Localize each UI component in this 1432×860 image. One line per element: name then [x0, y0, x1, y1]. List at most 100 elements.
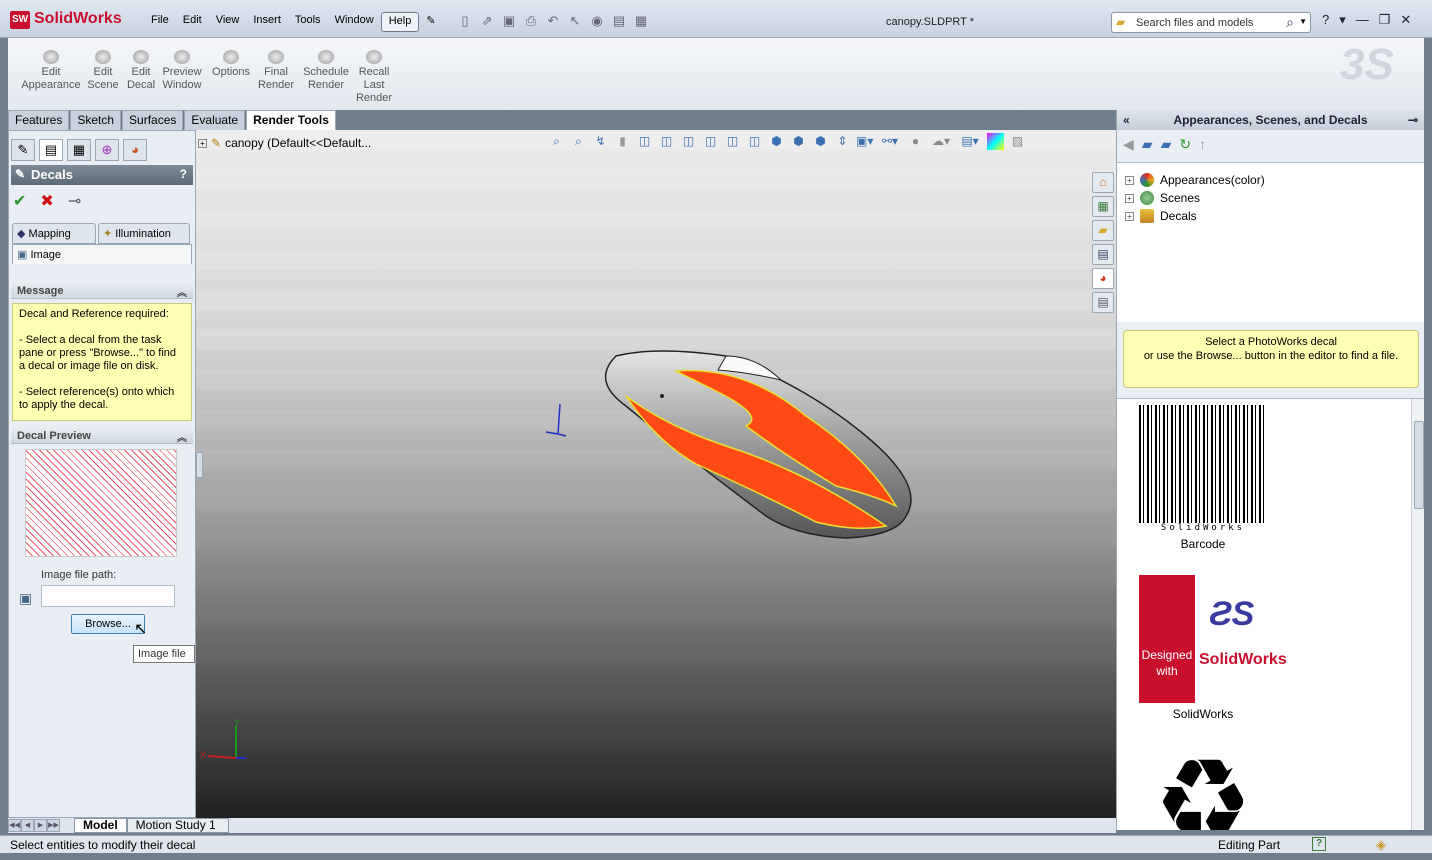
options-button[interactable]: Options — [210, 50, 252, 79]
edit-appearance-icon[interactable]: ● — [907, 133, 924, 150]
view-top-icon[interactable]: ◫ — [724, 133, 741, 150]
graphics-viewport[interactable]: + ✎ canopy (Default<<Default... ⌕ ⌕ ↯ ▮ … — [196, 130, 1116, 818]
folder-icon[interactable]: ▰ — [1161, 136, 1172, 153]
final-render-button[interactable]: Final Render — [256, 50, 296, 92]
menu-help[interactable]: Help — [380, 12, 420, 32]
tree-item-scenes[interactable]: + Scenes — [1125, 189, 1425, 207]
file-explorer-icon[interactable]: ▰ — [1092, 220, 1114, 241]
expand-icon[interactable]: + — [1125, 193, 1134, 203]
gallery-item-solidworks[interactable]: Designed with ƧS SolidWorks SolidWorks — [1139, 575, 1287, 721]
rebuild-icon[interactable]: ◉ — [588, 12, 606, 30]
view-palette-icon[interactable]: ▤ — [1092, 244, 1114, 265]
schedule-render-button[interactable]: Schedule Render — [302, 50, 350, 92]
menu-window[interactable]: Window — [328, 12, 381, 32]
display-style-icon[interactable]: ▣▾ — [856, 133, 873, 150]
chevron-up-icon[interactable]: ︽ — [177, 284, 187, 299]
minimize-icon[interactable]: — — [1356, 12, 1369, 28]
realview-icon[interactable]: ▨ — [1009, 133, 1026, 150]
help-dropdown-icon[interactable]: ▾ — [1339, 12, 1346, 28]
gallery-item-recycle[interactable]: ♻ — [1139, 739, 1267, 830]
tree-item-appearances[interactable]: + Appearances(color) — [1125, 171, 1425, 189]
feature-tree-root[interactable]: + ✎ canopy (Default<<Default... — [198, 136, 371, 150]
chevron-up-icon[interactable]: ︽ — [177, 429, 187, 444]
zoom-to-area-icon[interactable]: ⌕ — [570, 133, 587, 150]
hide-show-icon[interactable]: ⚯▾ — [878, 133, 902, 150]
menu-tools[interactable]: Tools — [288, 12, 328, 32]
add-folder-icon[interactable]: ▰ — [1142, 136, 1153, 153]
help-icon[interactable]: ? — [180, 167, 187, 181]
help-icon[interactable]: ? — [1322, 12, 1329, 28]
prev-tab-icon[interactable]: ◀ — [21, 819, 34, 832]
chevron-down-icon[interactable]: ▼ — [1299, 17, 1307, 26]
ok-check-icon[interactable]: ✔ — [13, 191, 26, 211]
scrollbar-thumb[interactable] — [1414, 421, 1424, 509]
dimetric-icon[interactable]: ⬢ — [812, 133, 829, 150]
menu-edit[interactable]: Edit — [176, 12, 209, 32]
up-level-icon[interactable]: ↑ — [1199, 136, 1206, 153]
tab-render-tools[interactable]: Render Tools — [246, 110, 336, 130]
pin-icon[interactable]: ✎ — [419, 12, 442, 32]
undo-icon[interactable]: ↶ — [544, 12, 562, 30]
gallery-scrollbar[interactable] — [1411, 399, 1425, 830]
view-left-icon[interactable]: ◫ — [680, 133, 697, 150]
gallery-item-barcode[interactable]: SolidWorks Barcode — [1139, 405, 1267, 551]
tab-image[interactable]: ▣ Image — [12, 244, 192, 264]
tab-model[interactable]: Model — [74, 818, 127, 833]
view-right-icon[interactable]: ◫ — [702, 133, 719, 150]
feature-manager-icon[interactable]: ✎ — [11, 139, 35, 161]
tab-motion-study[interactable]: Motion Study 1 — [126, 818, 229, 833]
back-icon[interactable]: ◀ — [1123, 136, 1134, 153]
previous-view-icon[interactable]: ↯ — [592, 133, 609, 150]
tab-sketch[interactable]: Sketch — [70, 110, 122, 130]
home-icon[interactable]: ⌂ — [1092, 172, 1114, 193]
save-icon[interactable]: ▣ — [500, 12, 518, 30]
expand-icon[interactable]: + — [1125, 211, 1134, 221]
file-properties-icon[interactable]: ▤ — [610, 12, 628, 30]
next-tab-icon[interactable]: ▶ — [34, 819, 47, 832]
tab-surfaces[interactable]: Surfaces — [122, 110, 184, 130]
tab-illumination[interactable]: ✦ Illumination — [98, 223, 190, 244]
edit-decal-button[interactable]: Edit Decal — [124, 50, 158, 92]
edit-scene-button[interactable]: Edit Scene — [86, 50, 120, 92]
recall-last-render-button[interactable]: Recall Last Render — [354, 50, 394, 105]
custom-properties-icon[interactable]: ▤ — [1092, 292, 1114, 313]
last-tab-icon[interactable]: ▶▶ — [47, 819, 60, 832]
isometric-icon[interactable]: ⬢ — [768, 133, 785, 150]
apply-scene-icon[interactable]: ☁▾ — [929, 133, 953, 150]
menu-insert[interactable]: Insert — [246, 12, 288, 32]
panel-collapse-handle[interactable] — [196, 452, 203, 478]
print-icon[interactable]: ⎙ — [522, 12, 540, 30]
close-icon[interactable]: ✕ — [1400, 12, 1411, 28]
appearance-palette-icon[interactable] — [987, 132, 1004, 150]
pushpin-icon[interactable]: ⊸ — [68, 191, 81, 211]
view-settings-icon[interactable]: ▤▾ — [958, 133, 982, 150]
edit-appearance-button[interactable]: Edit Appearance — [16, 50, 86, 92]
tree-item-decals[interactable]: + Decals — [1125, 207, 1425, 225]
dimxpert-icon[interactable]: ⊕ — [95, 139, 119, 161]
tab-features[interactable]: Features — [8, 110, 70, 130]
search-icon[interactable]: ⌕ — [1286, 14, 1294, 31]
options-icon[interactable]: ▦ — [632, 12, 650, 30]
expand-icon[interactable]: + — [1125, 175, 1134, 185]
property-manager-icon[interactable]: ▤ — [39, 139, 63, 161]
view-bottom-icon[interactable]: ◫ — [746, 133, 763, 150]
canopy-model[interactable] — [596, 346, 926, 546]
menu-file[interactable]: File — [144, 12, 176, 32]
tag-icon[interactable]: ◈ — [1376, 837, 1386, 853]
menu-view[interactable]: View — [209, 12, 247, 32]
image-path-input[interactable] — [41, 585, 175, 607]
tab-mapping[interactable]: ◆ Mapping — [12, 223, 96, 244]
appearances-scenes-icon[interactable]: ◕ — [1092, 268, 1114, 289]
preview-window-button[interactable]: Preview Window — [160, 50, 204, 92]
search-box[interactable]: ▰ Search files and models ⌕ ▼ — [1111, 12, 1311, 33]
cancel-x-icon[interactable]: ✖ — [40, 191, 53, 211]
quick-tips-icon[interactable]: ? — [1312, 837, 1326, 851]
message-section-header[interactable]: Message ︽ — [11, 283, 193, 299]
select-icon[interactable]: ↖ — [566, 12, 584, 30]
zoom-to-fit-icon[interactable]: ⌕ — [548, 133, 565, 150]
display-manager-icon[interactable]: ◕ — [123, 139, 147, 161]
view-front-icon[interactable]: ◫ — [636, 133, 653, 150]
tab-evaluate[interactable]: Evaluate — [184, 110, 246, 130]
trimetric-icon[interactable]: ⬢ — [790, 133, 807, 150]
open-icon[interactable]: ⇗ — [478, 12, 496, 30]
